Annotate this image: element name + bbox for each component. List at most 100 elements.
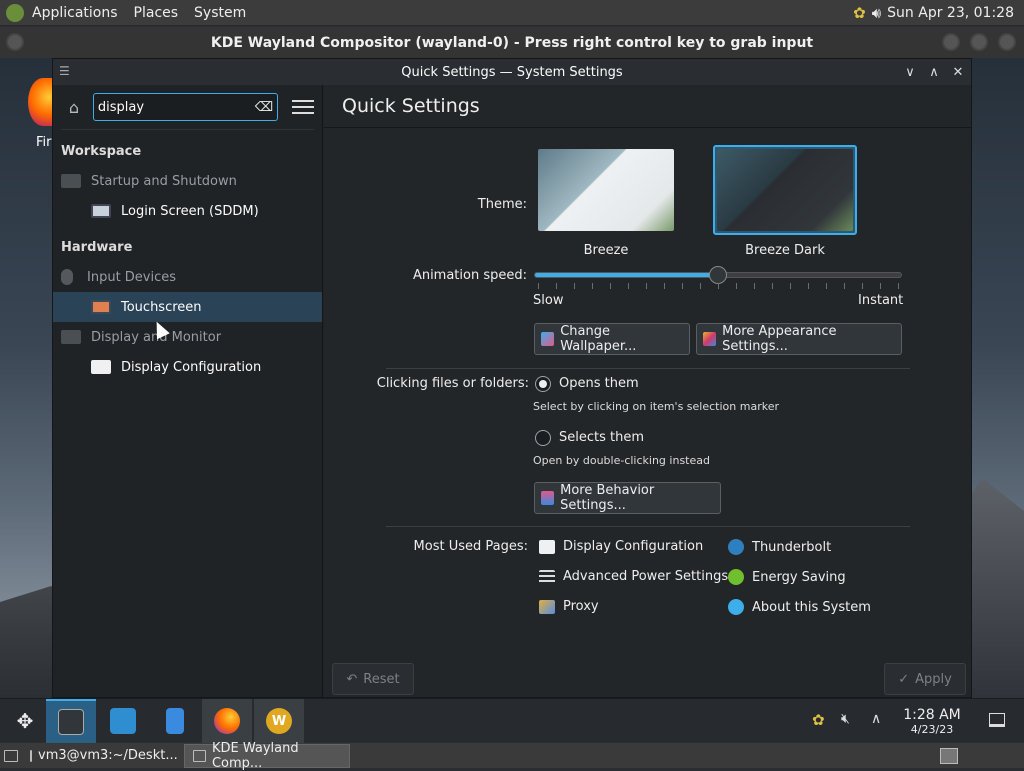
vm-minimize-button[interactable] bbox=[942, 33, 960, 51]
slider-tick bbox=[538, 283, 539, 289]
change-wallpaper-button[interactable]: Change Wallpaper... bbox=[534, 323, 690, 355]
separator bbox=[386, 526, 910, 527]
muted-volume-icon[interactable]: 🔇︎ bbox=[841, 711, 850, 727]
most-used-pages-label: Most Used Pages: bbox=[413, 539, 528, 554]
window-title: Quick Settings — System Settings bbox=[401, 64, 623, 80]
sidebar-item-touchscreen[interactable]: Touchscreen bbox=[53, 292, 322, 322]
slider-tick bbox=[682, 283, 683, 289]
slider-tick bbox=[790, 283, 791, 289]
selects-them-hint: Open by double-clicking instead bbox=[533, 454, 710, 467]
slider-tick bbox=[700, 283, 701, 289]
opens-them-hint: Select by clicking on item's selection m… bbox=[533, 400, 779, 413]
more-behavior-settings-button[interactable]: More Behavior Settings... bbox=[534, 482, 721, 514]
slider-tick bbox=[556, 283, 557, 289]
sidebar-item-input-devices[interactable]: Input Devices bbox=[53, 262, 322, 292]
login-screen-icon bbox=[91, 204, 111, 218]
home-icon[interactable]: ⌂ bbox=[61, 94, 87, 120]
selects-them-label[interactable]: Selects them bbox=[559, 430, 644, 445]
thunderbolt-icon bbox=[728, 539, 744, 555]
minimize-button[interactable]: ∨ bbox=[901, 63, 919, 81]
most-used-advanced-power-settings[interactable]: Advanced Power Settings bbox=[539, 569, 728, 584]
behavior-icon bbox=[541, 491, 555, 505]
sidebar: ⌂ ⌫ Workspace Startup and Shutdown Login… bbox=[53, 85, 323, 697]
wiki-app-icon[interactable]: W bbox=[254, 699, 304, 743]
theme-breeze-dark-label: Breeze Dark bbox=[745, 243, 825, 258]
apply-button[interactable]: ✓ Apply bbox=[884, 663, 966, 695]
taskbar-item-kde-wayland[interactable]: KDE Wayland Comp... bbox=[184, 741, 350, 771]
search-input[interactable] bbox=[97, 99, 248, 115]
sidebar-item-login-screen[interactable]: Login Screen (SDDM) bbox=[53, 196, 322, 226]
most-used-energy-saving[interactable]: Energy Saving bbox=[728, 569, 846, 585]
close-button[interactable]: ✕ bbox=[949, 63, 967, 81]
page-title: Quick Settings bbox=[324, 85, 971, 128]
volume-icon[interactable]: 🔊︎ bbox=[872, 4, 881, 22]
discover-icon[interactable] bbox=[98, 699, 148, 743]
system-menu[interactable]: System bbox=[186, 5, 254, 21]
tray-expand-icon[interactable]: ∧ bbox=[871, 711, 881, 727]
host-taskbar: vm3@vm3:~/Deskt... KDE Wayland Comp... bbox=[0, 741, 1024, 771]
gnome-foot-icon[interactable] bbox=[6, 3, 24, 22]
slider-tick bbox=[664, 283, 665, 289]
info-icon bbox=[728, 599, 744, 615]
reset-button[interactable]: ↶ Reset bbox=[332, 663, 414, 695]
most-used-display-configuration[interactable]: Display Configuration bbox=[539, 539, 703, 554]
monitor-icon bbox=[61, 174, 81, 188]
bee-tray-icon[interactable]: ✿ bbox=[812, 711, 825, 729]
appearance-icon bbox=[703, 332, 717, 346]
show-desktop-icon[interactable] bbox=[989, 713, 1005, 727]
workspace-switcher-icon[interactable] bbox=[940, 747, 958, 764]
search-field[interactable]: ⌫ bbox=[92, 93, 279, 121]
slider-tick bbox=[844, 283, 845, 289]
wallpaper-icon bbox=[541, 332, 555, 346]
theme-breeze-label: Breeze bbox=[583, 243, 629, 258]
application-launcher-icon[interactable]: ✥ bbox=[0, 699, 50, 743]
host-clock[interactable]: Sun Apr 23, 01:28 bbox=[887, 5, 1014, 21]
maximize-button[interactable]: ∧ bbox=[925, 63, 943, 81]
firefox-desktop-label[interactable]: Fir bbox=[36, 135, 52, 150]
host-top-bar: Applications Places System ✿ 🔊︎ Sun Apr … bbox=[0, 0, 1024, 26]
slider-tick bbox=[880, 283, 881, 289]
main-pane: Quick Settings Theme: Breeze Breeze Dark… bbox=[324, 85, 971, 697]
slider-tick bbox=[898, 283, 899, 289]
system-settings-task[interactable] bbox=[46, 699, 96, 743]
panel-clock[interactable]: 1:28 AM 4/23/23 bbox=[894, 707, 970, 736]
dolphin-icon[interactable] bbox=[150, 699, 200, 743]
system-settings-window: ☰ Quick Settings — System Settings ∨ ∧ ✕… bbox=[52, 58, 972, 698]
category-workspace: Workspace bbox=[61, 144, 142, 159]
slider-tick bbox=[754, 283, 755, 289]
most-used-about-this-system[interactable]: About this System bbox=[728, 599, 871, 615]
vm-maximize-button[interactable] bbox=[970, 33, 988, 51]
selects-them-radio[interactable] bbox=[535, 430, 551, 446]
most-used-proxy[interactable]: Proxy bbox=[539, 599, 599, 614]
opens-them-radio[interactable] bbox=[535, 376, 551, 392]
vm-close-button[interactable] bbox=[998, 33, 1016, 51]
sidebar-item-display-and-monitor[interactable]: Display and Monitor bbox=[53, 322, 322, 352]
opens-them-label[interactable]: Opens them bbox=[559, 376, 639, 391]
display-icon bbox=[91, 360, 111, 374]
proxy-icon bbox=[539, 599, 555, 614]
show-desktop-host-icon[interactable] bbox=[0, 744, 22, 768]
sidebar-item-display-configuration[interactable]: Display Configuration bbox=[53, 352, 322, 382]
terminal-icon bbox=[30, 749, 32, 762]
category-hardware: Hardware bbox=[61, 240, 133, 255]
theme-breeze-dark-thumbnail[interactable] bbox=[713, 145, 857, 235]
places-menu[interactable]: Places bbox=[126, 5, 187, 21]
taskbar-item-terminal[interactable]: vm3@vm3:~/Deskt... bbox=[22, 744, 184, 768]
firefox-task-icon[interactable] bbox=[202, 699, 252, 743]
sidebar-item-startup-and-shutdown[interactable]: Startup and Shutdown bbox=[53, 166, 322, 196]
vm-menu-icon[interactable] bbox=[6, 33, 24, 51]
bee-icon[interactable]: ✿ bbox=[853, 4, 866, 22]
theme-breeze-thumbnail[interactable] bbox=[534, 145, 678, 235]
clear-search-icon[interactable]: ⌫ bbox=[255, 100, 273, 115]
more-appearance-settings-button[interactable]: More Appearance Settings... bbox=[696, 323, 902, 355]
window-icon bbox=[193, 749, 206, 762]
mouse-icon bbox=[61, 269, 73, 285]
most-used-thunderbolt[interactable]: Thunderbolt bbox=[728, 539, 831, 555]
animation-speed-handle[interactable] bbox=[709, 266, 727, 284]
window-menu-icon[interactable]: ☰ bbox=[59, 64, 75, 78]
window-titlebar[interactable]: ☰ Quick Settings — System Settings ∨ ∧ ✕ bbox=[53, 59, 971, 85]
hamburger-menu-icon[interactable] bbox=[292, 96, 315, 118]
applications-menu[interactable]: Applications bbox=[24, 5, 126, 21]
vm-window-titlebar: KDE Wayland Compositor (wayland-0) - Pre… bbox=[0, 27, 1024, 58]
slider-tick bbox=[808, 283, 809, 289]
